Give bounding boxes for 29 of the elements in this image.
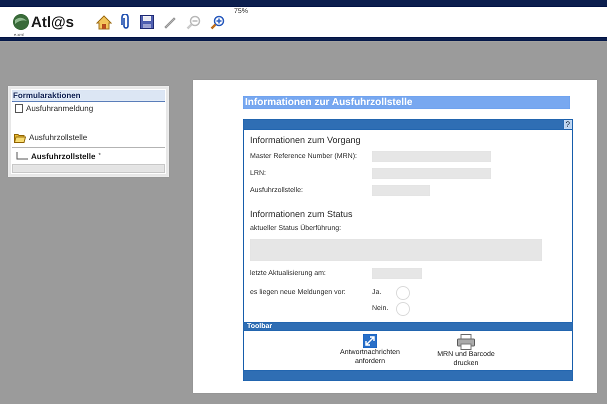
document-icon (15, 104, 23, 113)
radio-button[interactable] (396, 286, 410, 300)
folder-icon (14, 132, 26, 143)
tree-line-icon (16, 152, 28, 160)
logo-text: Atl@s (31, 14, 74, 31)
pen-icon[interactable] (163, 15, 177, 30)
save-icon[interactable] (140, 15, 154, 30)
radio-button[interactable] (396, 302, 410, 316)
text-area[interactable] (250, 238, 542, 261)
sidebar-item[interactable]: Ausfuhranmeldung (12, 102, 165, 115)
input-field[interactable] (372, 168, 491, 179)
arrows-icon (363, 334, 377, 348)
sidebar-item[interactable]: Ausfuhrzollstelle (12, 130, 165, 147)
form-title: Informationen zur Ausfuhrzollstelle (243, 96, 570, 109)
home-icon[interactable] (96, 14, 112, 30)
help-link[interactable]: ? (564, 120, 572, 130)
paperclip-icon[interactable] (121, 14, 131, 30)
input-field[interactable] (372, 268, 422, 279)
sidebar-item[interactable]: Ausfuhrzollstelle $^{*}$ (12, 148, 165, 162)
printer-icon (457, 334, 475, 350)
zoom-in-icon[interactable] (210, 14, 225, 30)
input-field[interactable] (372, 184, 430, 196)
zoom-out-icon[interactable] (186, 14, 201, 30)
input-field[interactable] (372, 150, 491, 162)
scrollbar[interactable] (12, 164, 165, 173)
globe-icon (12, 13, 30, 32)
section-heading: Informationen zum Vorgang (250, 134, 362, 145)
section-heading: Informationen zum Status (250, 208, 354, 219)
sidebar-title: Formularaktionen (12, 90, 165, 102)
